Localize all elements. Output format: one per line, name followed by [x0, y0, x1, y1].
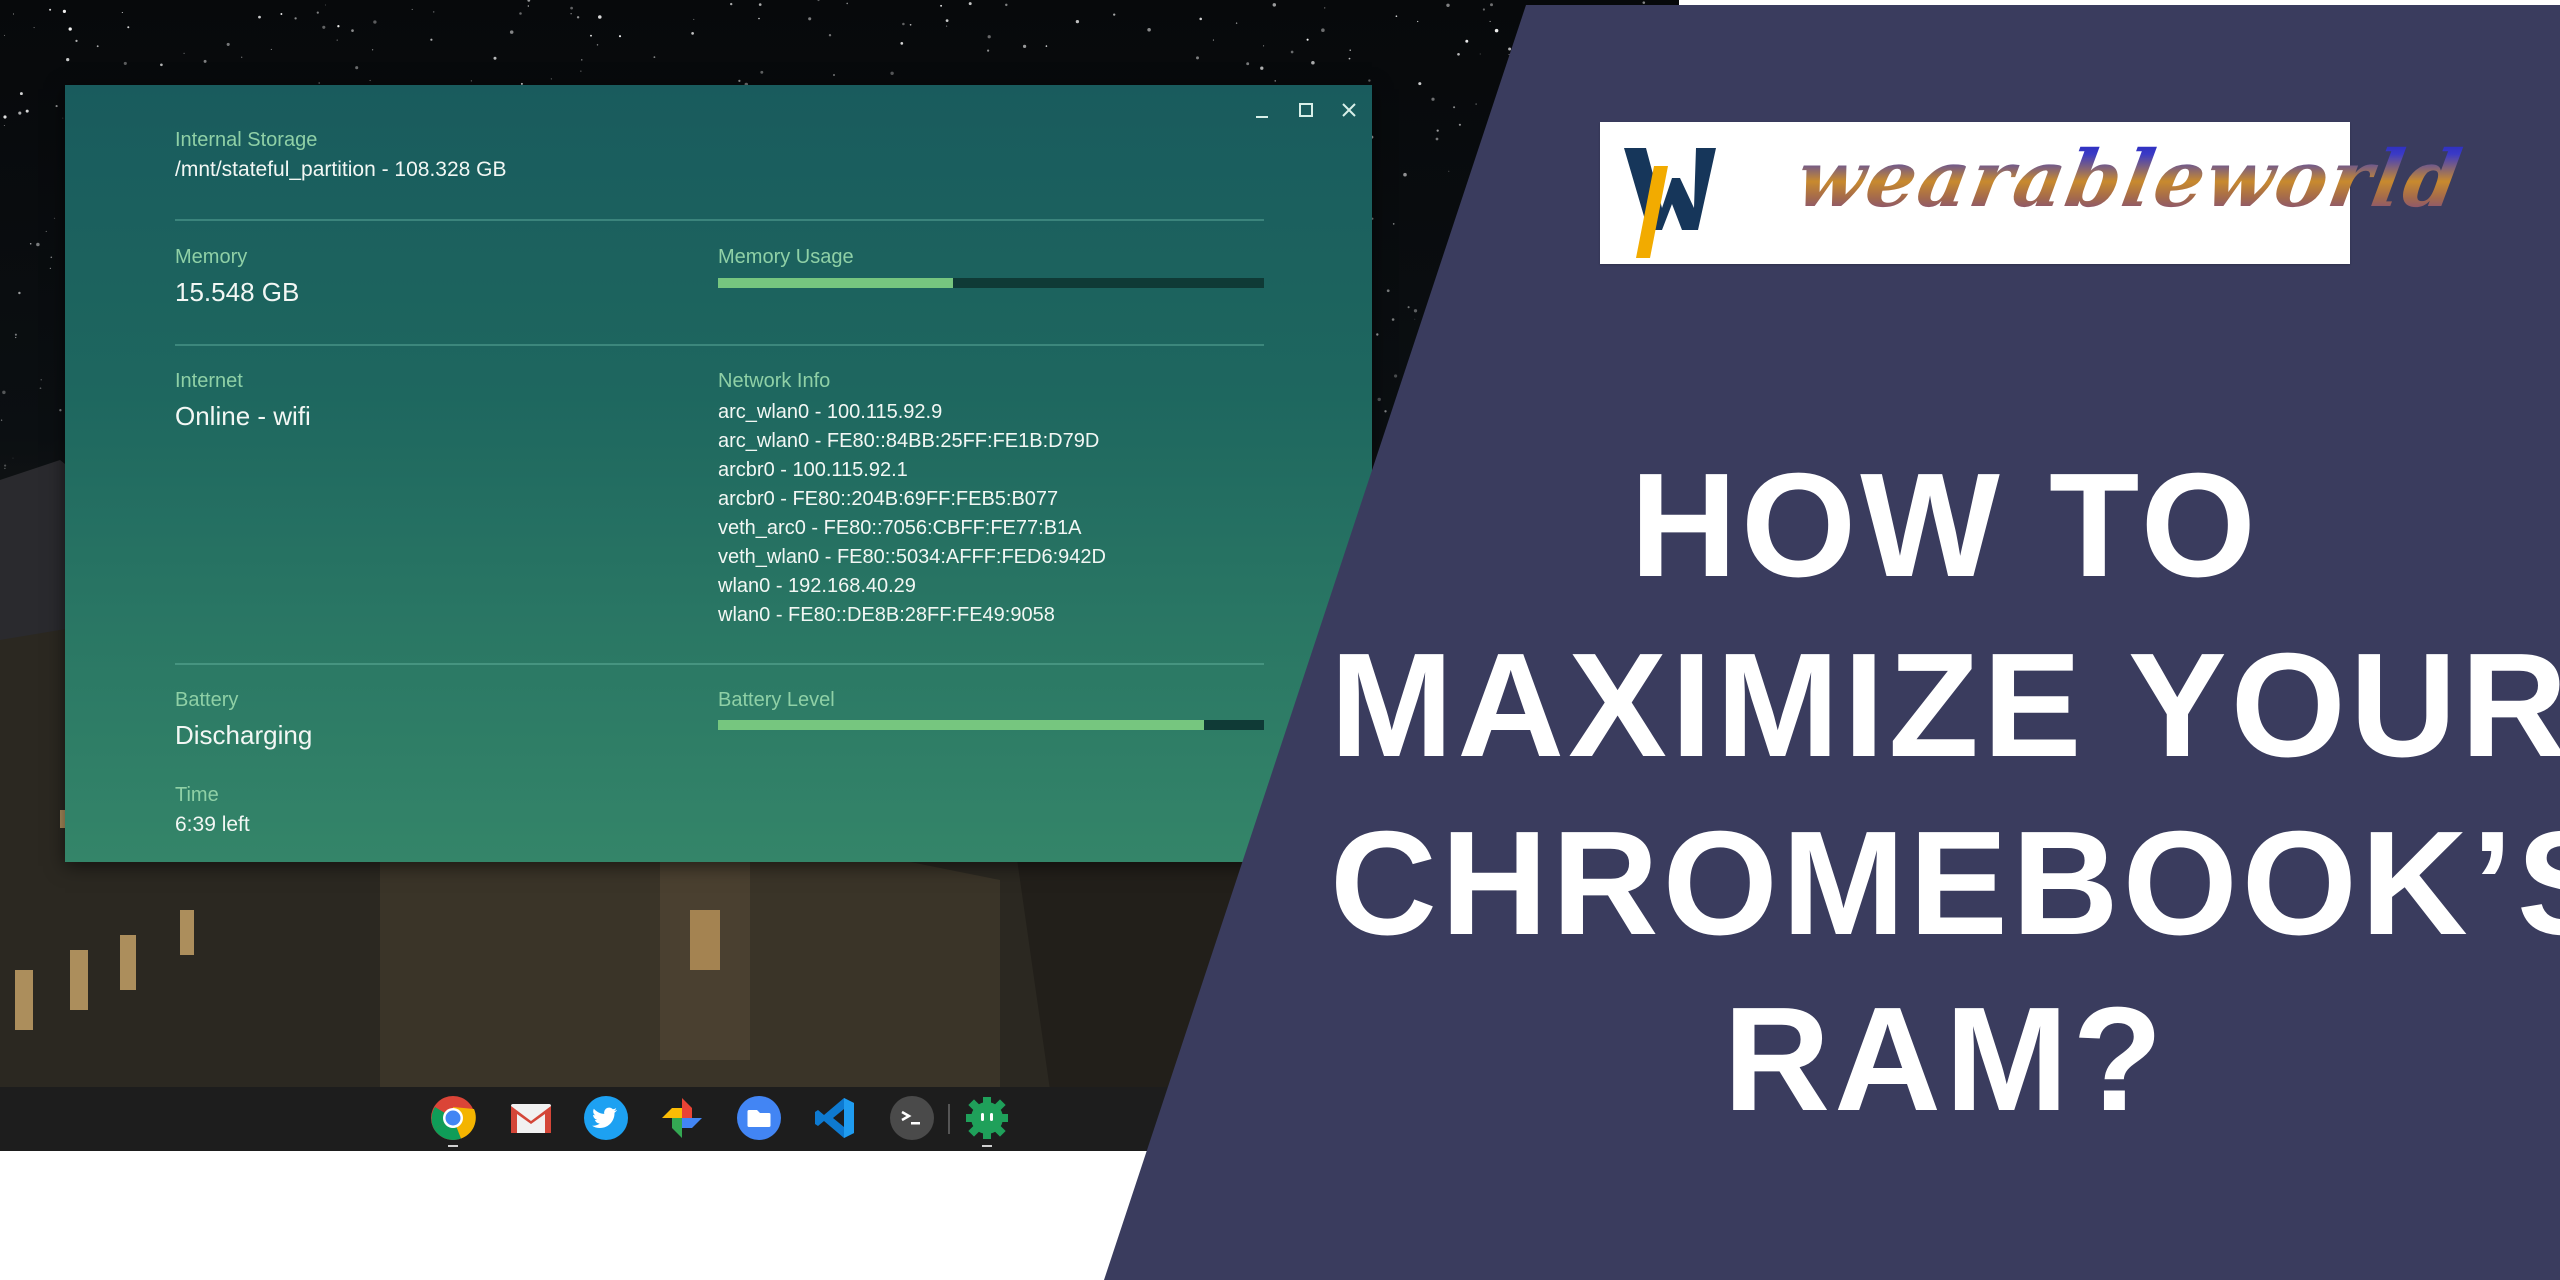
divider [175, 219, 1264, 221]
shelf-app-photos[interactable] [659, 1095, 705, 1141]
shelf-app-gmail[interactable] [508, 1095, 554, 1141]
minimize-icon [1256, 116, 1268, 118]
twitter-icon [584, 1096, 628, 1140]
vscode-icon [815, 1098, 854, 1138]
internet-label: Internet [175, 370, 243, 392]
system-info-window: Internal Storage /mnt/stateful_partition… [65, 85, 1372, 862]
time-label: Time [175, 784, 219, 806]
network-info-label: Network Info [718, 370, 831, 392]
maximize-icon [1299, 103, 1313, 117]
network-info-line: arc_wlan0 - FE80::84BB:25FF:FE1B:D79D [718, 430, 1100, 452]
shelf-app-files[interactable] [736, 1095, 782, 1141]
network-info-line: arc_wlan0 - 100.115.92.9 [718, 401, 943, 423]
top-white-strip [1679, 0, 2560, 5]
shelf-app-terminal[interactable] [889, 1095, 935, 1141]
minimize-button[interactable] [1247, 95, 1277, 125]
brand-logo: wearableworld [1600, 122, 2469, 264]
network-info-line: wlan0 - 192.168.40.29 [718, 575, 916, 597]
shelf-app-twitter[interactable] [583, 1095, 629, 1141]
divider [175, 344, 1264, 346]
close-icon [1342, 103, 1356, 117]
battery-level-label: Battery Level [718, 689, 835, 711]
network-info-line: veth_wlan0 - FE80::5034:AFFF:FED6:942D [718, 546, 1106, 568]
photos-icon [662, 1098, 702, 1138]
memory-usage-fill [718, 278, 953, 288]
shelf-app-chrome[interactable] [430, 1095, 476, 1141]
divider [175, 663, 1264, 665]
close-button[interactable] [1334, 95, 1364, 125]
network-info-line: veth_arc0 - FE80::7056:CBFF:FE77:B1A [718, 517, 1082, 539]
memory-value: 15.548 GB [175, 277, 300, 307]
folder-icon [737, 1096, 781, 1140]
network-info-line: arcbr0 - FE80::204B:69FF:FEB5:B077 [718, 488, 1059, 510]
shelf-separator [948, 1104, 950, 1134]
terminal-icon [890, 1096, 934, 1140]
network-info-line: arcbr0 - 100.115.92.1 [718, 459, 908, 481]
memory-usage-label: Memory Usage [718, 246, 854, 268]
internet-value: Online - wifi [175, 401, 311, 431]
storage-value: /mnt/stateful_partition - 108.328 GB [175, 158, 507, 181]
network-info-line: wlan0 - FE80::DE8B:28FF:FE49:9058 [718, 604, 1055, 626]
shelf-app-vscode[interactable] [812, 1095, 858, 1141]
memory-usage-bar [718, 278, 1264, 288]
logo-wordmark: wearableworld [1789, 134, 2470, 225]
shelf-app-cog[interactable] [964, 1095, 1010, 1141]
storage-label: Internal Storage [175, 129, 318, 151]
chrome-icon [431, 1096, 476, 1140]
battery-level-fill [718, 720, 1204, 730]
time-remaining: 6:39 left [175, 813, 250, 836]
running-indicator [982, 1145, 992, 1147]
battery-status: Discharging [175, 720, 313, 750]
battery-level-bar [718, 720, 1264, 730]
gmail-icon [511, 1104, 551, 1133]
maximize-button[interactable] [1291, 95, 1321, 125]
green-gear-icon [966, 1097, 1008, 1139]
running-indicator [448, 1145, 458, 1147]
memory-label: Memory [175, 246, 248, 268]
battery-label: Battery [175, 689, 239, 711]
shelf [0, 1087, 1300, 1151]
